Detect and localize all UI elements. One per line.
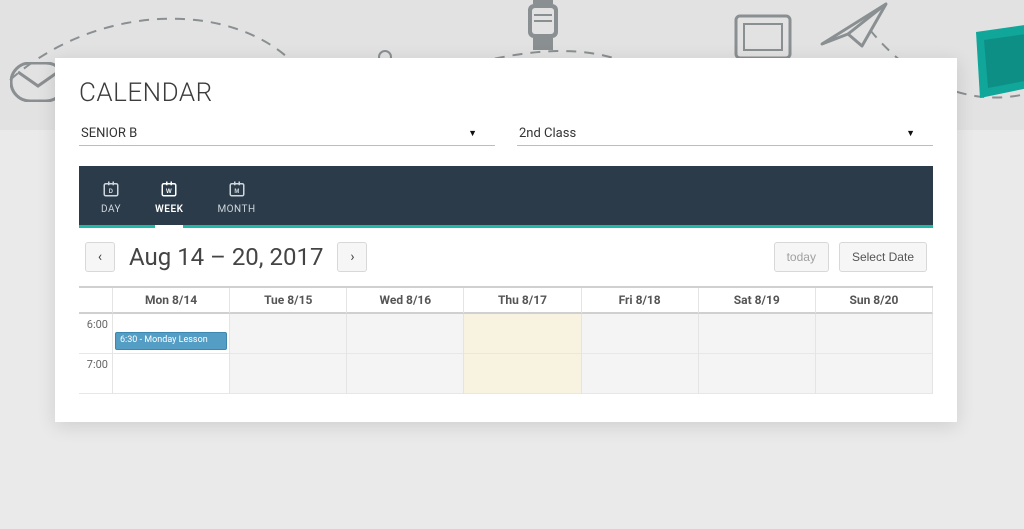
calendar-cell[interactable]: [230, 314, 347, 354]
calendar-cell[interactable]: [582, 354, 699, 394]
chevron-down-icon: ▼: [468, 128, 477, 139]
day-header: Wed 8/16: [347, 288, 464, 314]
calendar-cell[interactable]: 6:30 - Monday Lesson: [113, 314, 230, 354]
tab-week-label: WEEK: [155, 204, 183, 215]
calendar-cell[interactable]: [464, 314, 581, 354]
day-header: Tue 8/15: [230, 288, 347, 314]
tab-week[interactable]: W WEEK: [155, 180, 183, 228]
prev-button[interactable]: ‹: [85, 242, 115, 272]
svg-text:M: M: [234, 189, 239, 195]
calendar-cell[interactable]: [816, 314, 933, 354]
calendar-cell[interactable]: [699, 354, 816, 394]
date-navigation: ‹ Aug 14 – 20, 2017 › today Select Date: [79, 228, 933, 286]
calendar-panel: CALENDAR SENIOR B ▼ 2nd Class ▼ D DAY W …: [55, 58, 957, 422]
calendar-week-icon: W: [160, 180, 178, 198]
calendar-cell[interactable]: [464, 354, 581, 394]
svg-text:D: D: [109, 189, 114, 195]
green-shape-icon: [968, 24, 1024, 104]
tab-day-label: DAY: [101, 204, 121, 215]
day-header: Thu 8/17: [464, 288, 581, 314]
svg-text:W: W: [166, 189, 172, 195]
time-slot-label: 7:00: [79, 354, 113, 394]
calendar-month-icon: M: [228, 180, 246, 198]
day-header: Sat 8/19: [699, 288, 816, 314]
time-column-header: [79, 288, 113, 314]
calendar-day-icon: D: [102, 180, 120, 198]
level-select-value: SENIOR B: [81, 126, 137, 141]
next-button[interactable]: ›: [337, 242, 367, 272]
chevron-down-icon: ▼: [906, 128, 915, 139]
page-title: CALENDAR: [79, 78, 933, 108]
calendar-cell[interactable]: [230, 354, 347, 394]
tab-month-label: MONTH: [217, 204, 255, 215]
time-slot-label: 6:00: [79, 314, 113, 354]
view-tabs: D DAY W WEEK M MONTH: [79, 166, 933, 228]
watch-icon: [518, 0, 568, 52]
class-select-value: 2nd Class: [519, 126, 576, 141]
calendar-event[interactable]: 6:30 - Monday Lesson: [115, 332, 227, 350]
calendar-cell[interactable]: [699, 314, 816, 354]
calendar-grid: Mon 8/14 Tue 8/15 Wed 8/16 Thu 8/17 Fri …: [79, 286, 933, 394]
tab-day[interactable]: D DAY: [101, 180, 121, 225]
filter-row: SENIOR B ▼ 2nd Class ▼: [79, 122, 933, 146]
tablet-icon: [734, 14, 792, 60]
today-button[interactable]: today: [774, 242, 829, 272]
calendar-cell[interactable]: [113, 354, 230, 394]
class-select[interactable]: 2nd Class ▼: [517, 122, 933, 146]
calendar-cell[interactable]: [816, 354, 933, 394]
calendar-cell[interactable]: [347, 354, 464, 394]
calendar-cell[interactable]: [347, 314, 464, 354]
chevron-left-icon: ‹: [98, 249, 102, 265]
day-header: Fri 8/18: [582, 288, 699, 314]
select-date-button[interactable]: Select Date: [839, 242, 927, 272]
tab-month[interactable]: M MONTH: [217, 180, 255, 225]
date-range-label: Aug 14 – 20, 2017: [129, 243, 323, 271]
day-header: Sun 8/20: [816, 288, 933, 314]
calendar-cell[interactable]: [582, 314, 699, 354]
day-header: Mon 8/14: [113, 288, 230, 314]
chevron-right-icon: ›: [350, 249, 354, 265]
level-select[interactable]: SENIOR B ▼: [79, 122, 495, 146]
